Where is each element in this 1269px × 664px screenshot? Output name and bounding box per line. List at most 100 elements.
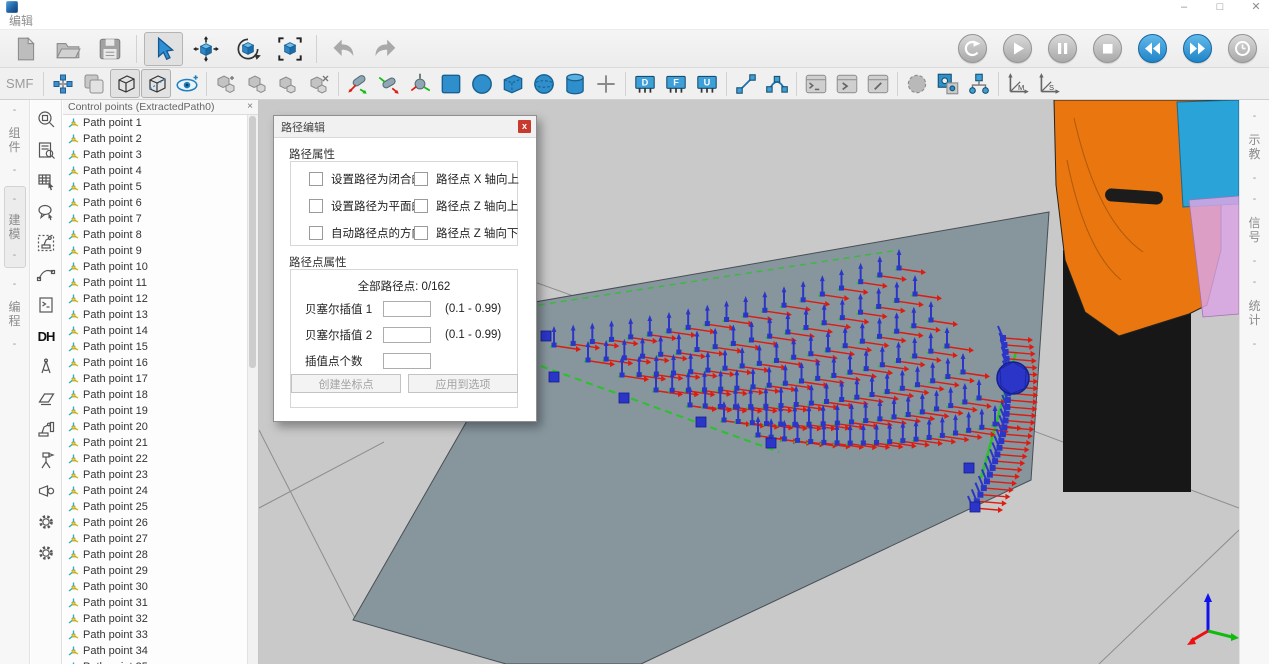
path-point-row[interactable]: Path point 24 [63,483,248,499]
curve-edit-button[interactable] [34,263,58,285]
rotate-tool-button[interactable] [228,32,267,66]
robot-machine-button[interactable] [34,418,58,440]
script-button[interactable] [34,294,58,316]
script-window-button[interactable] [863,69,893,98]
path-point-row[interactable]: Path point 26 [63,515,248,531]
find-view-button[interactable] [34,108,58,130]
dh-param-button[interactable]: DH [34,325,58,347]
path-point-row[interactable]: Path point 28 [63,547,248,563]
surface-button[interactable] [34,387,58,409]
visibility-eye-button[interactable] [172,69,202,98]
checkbox-closed-path[interactable]: 设置路径为闭合的 [309,171,423,187]
pause-button[interactable] [1048,34,1077,63]
tree-scrollbar-thumb[interactable] [249,116,256,368]
console-window-button[interactable] [832,69,862,98]
path-point-row[interactable]: Path point 7 [63,211,248,227]
path-point-row[interactable]: Path point 20 [63,419,248,435]
open-file-button[interactable] [48,32,87,66]
shape-circle-button[interactable] [467,69,497,98]
fast-forward-button[interactable] [1183,34,1212,63]
play-button[interactable] [1003,34,1032,63]
path-point-row[interactable]: Path point 12 [63,291,248,307]
note-pick-button[interactable] [34,201,58,223]
checkbox-icon[interactable] [414,172,428,186]
interp-count-input[interactable] [383,353,431,369]
arc-segment-button[interactable] [762,69,792,98]
tab-components[interactable]: 组件 [8,126,22,154]
path-point-row[interactable]: Path point 34 [63,643,248,659]
reset-button[interactable] [958,34,987,63]
checkbox-icon[interactable] [309,226,323,240]
path-point-row[interactable]: Path point 19 [63,403,248,419]
path-point-row[interactable]: Path point 14 [63,323,248,339]
shape-cube-button[interactable] [498,69,528,98]
redo-button[interactable] [366,32,405,66]
part-copy-button[interactable] [211,69,241,98]
path-point-row[interactable]: Path point 22 [63,451,248,467]
probe-tool-3-button[interactable] [405,69,435,98]
path-point-row[interactable]: Path point 21 [63,435,248,451]
chip-u-button[interactable]: U [692,69,722,98]
path-point-row[interactable]: Path point 23 [63,467,248,483]
tree-close-button[interactable]: × [247,102,253,112]
path-point-row[interactable]: Path point 11 [63,275,248,291]
checkbox-planar-path[interactable]: 设置路径为平面的 [309,198,423,214]
path-point-row[interactable]: Path point 25 [63,499,248,515]
tab-modeling[interactable]: 建模 [8,213,22,241]
tab-programming[interactable]: 编程 [8,300,22,328]
path-point-row[interactable]: Path point 17 [63,371,248,387]
shape-square-button[interactable] [436,69,466,98]
measure-button[interactable] [34,449,58,471]
checkbox-icon[interactable] [414,226,428,240]
layered-parts-button[interactable] [933,69,963,98]
checkbox-icon[interactable] [414,199,428,213]
path-point-row[interactable]: Path point 15 [63,339,248,355]
overlap-squares-button[interactable] [79,69,109,98]
checkbox-z-axis-down[interactable]: 路径点 Z 轴向下 [414,225,518,241]
frame-select-tool-button[interactable] [270,32,309,66]
line-segment-button[interactable] [731,69,761,98]
timer-button[interactable] [1228,34,1257,63]
bezier-2-input[interactable] [383,327,431,343]
hidden-line-cube-button[interactable] [141,69,171,98]
checkbox-z-axis-up[interactable]: 路径点 Z 轴向上 [414,198,518,214]
bezier-1-input[interactable] [383,301,431,317]
gear-1-button[interactable] [34,511,58,533]
tab-modeling-selected[interactable]: - 建模 - [4,186,26,268]
path-point-row[interactable]: Path point 33 [63,627,248,643]
select-tool-button[interactable] [144,32,183,66]
sphere-gray-button[interactable] [902,69,932,98]
wireframe-cube-button[interactable] [110,69,140,98]
path-point-row[interactable]: Path point 8 [63,227,248,243]
add-shape-button[interactable] [591,69,621,98]
move-tool-button[interactable] [186,32,225,66]
path-point-row[interactable]: Path point 6 [63,195,248,211]
path-point-row[interactable]: Path point 13 [63,307,248,323]
part-delete-button[interactable] [304,69,334,98]
checkbox-icon[interactable] [309,172,323,186]
undo-button[interactable] [324,32,363,66]
doc-search-button[interactable] [34,139,58,161]
robot-select-button[interactable] [34,232,58,254]
path-point-row[interactable]: Path point 16 [63,355,248,371]
hierarchy-button[interactable] [964,69,994,98]
save-button[interactable] [90,32,129,66]
dialog-title-bar[interactable]: 路径编辑 x [274,116,536,138]
stop-button[interactable] [1093,34,1122,63]
new-file-button[interactable] [6,32,45,66]
checkbox-icon[interactable] [309,199,323,213]
tab-teach[interactable]: 示教 [1248,133,1262,161]
path-point-row[interactable]: Path point 5 [63,179,248,195]
create-frame-point-button[interactable]: 创建坐标点 [291,374,401,393]
probe-tool-2-button[interactable] [374,69,404,98]
probe-tool-1-button[interactable] [343,69,373,98]
robot-config-button[interactable] [48,69,78,98]
path-point-row[interactable]: Path point 10 [63,259,248,275]
path-point-row[interactable]: Path point 35 [63,659,248,664]
close-button[interactable]: ✕ [1249,0,1263,14]
tab-signal[interactable]: 信号 [1248,216,1262,244]
path-point-row[interactable]: Path point 4 [63,163,248,179]
terminal-window-button[interactable] [801,69,831,98]
shape-sphere-button[interactable] [529,69,559,98]
checkbox-x-axis-up[interactable]: 路径点 X 轴向上 [414,171,519,187]
